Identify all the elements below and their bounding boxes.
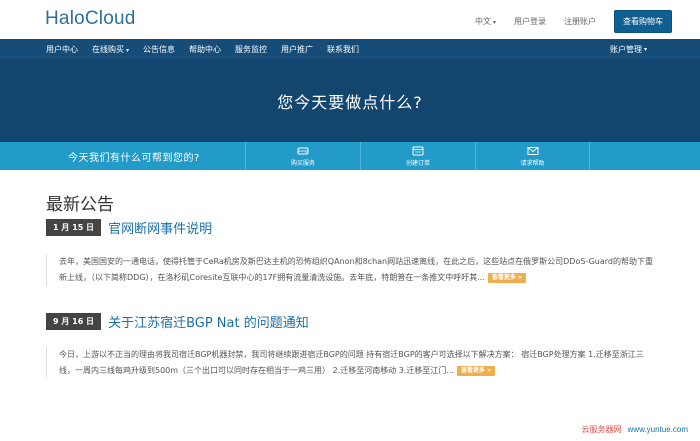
help-bar: 今天我们有什么可帮到您的? 购买服务 创建订单 请求帮助 (0, 142, 700, 170)
chevron-down-icon: ▾ (492, 19, 496, 26)
top-links: 中文 ▾ 用户登录 注册账户 查看购物车 (475, 10, 672, 33)
account-menu[interactable]: 账户管理 ▾ (610, 39, 647, 59)
chevron-down-icon: ▾ (643, 45, 647, 53)
order-icon (412, 146, 424, 155)
nav-item-contact[interactable]: 联系我们 (327, 44, 359, 55)
watermark: 云服务器网 www.yuntue.com (582, 424, 688, 435)
site-logo[interactable]: HaloCloud (45, 8, 136, 30)
announcement-text: 今日，上游以不正当的理由将我司宿迁BGP机器封禁，我司将继续跟进宿迁BGP的问题… (59, 350, 644, 375)
announcement-header: 9 月 16 日 关于江苏宿迁BGP Nat 的问题通知 (46, 312, 309, 331)
buy-service-label: 购买服务 (290, 159, 315, 167)
main-navbar: 用户中心 在线购买 ▾ 公告信息 帮助中心 服务监控 用户推广 联系我们 账户管理… (0, 39, 700, 59)
nav-item-label: 在线购买 (92, 44, 124, 54)
nav-item-service-monitor[interactable]: 服务监控 (235, 44, 267, 55)
hero-banner: 您今天要做点什么? (0, 59, 700, 142)
create-order-label: 创建订单 (405, 159, 430, 167)
top-header: HaloCloud 中文 ▾ 用户登录 注册账户 查看购物车 (0, 0, 700, 39)
nav-items: 用户中心 在线购买 ▾ 公告信息 帮助中心 服务监控 用户推广 联系我们 (46, 39, 373, 59)
nav-item-announcements[interactable]: 公告信息 (143, 44, 175, 55)
nav-item-affiliate[interactable]: 用户推广 (281, 44, 313, 55)
announcement-excerpt: 去年，美国国安的一通电话，使得托管于CeRa机房及斯巴达主机的恐怖组织QAnon… (46, 254, 654, 286)
server-icon (297, 147, 309, 154)
date-badge: 9 月 16 日 (46, 313, 102, 330)
buy-service-tile[interactable]: 购买服务 (245, 142, 360, 170)
read-more-button[interactable]: 查看更多 » (457, 365, 496, 376)
language-selector[interactable]: 中文 ▾ (475, 16, 496, 27)
register-link[interactable]: 注册账户 (564, 16, 596, 27)
nav-item-help-center[interactable]: 帮助中心 (189, 44, 221, 55)
nav-item-user-center[interactable]: 用户中心 (46, 44, 78, 55)
announcements-title: 最新公告 (46, 195, 114, 215)
request-help-label: 请求帮助 (520, 159, 545, 167)
help-prompt: 今天我们有什么可帮到您的? (68, 153, 200, 164)
read-more-button[interactable]: 查看更多 » (487, 272, 526, 283)
envelope-icon (527, 146, 538, 155)
view-cart-button[interactable]: 查看购物车 (614, 10, 672, 33)
announcement-text: 去年，美国国安的一通电话，使得托管于CeRa机房及斯巴达主机的恐怖组织QAnon… (59, 257, 653, 282)
language-label: 中文 (474, 17, 491, 26)
watermark-url: www.yuntue.com (627, 425, 688, 434)
date-badge: 1 月 15 日 (46, 219, 102, 236)
request-help-tile[interactable]: 请求帮助 (475, 142, 590, 170)
nav-item-online-purchase[interactable]: 在线购买 ▾ (92, 44, 129, 55)
announcement-header: 1 月 15 日 官网断网事件说明 (46, 218, 212, 237)
announcement-title-link[interactable]: 官网断网事件说明 (108, 218, 212, 237)
login-link[interactable]: 用户登录 (514, 16, 546, 27)
hero-title: 您今天要做点什么? (277, 92, 423, 112)
chevron-down-icon: ▾ (126, 46, 130, 54)
announcement-title-link[interactable]: 关于江苏宿迁BGP Nat 的问题通知 (108, 312, 309, 331)
announcement-excerpt: 今日，上游以不正当的理由将我司宿迁BGP机器封禁，我司将继续跟进宿迁BGP的问题… (46, 347, 654, 379)
account-menu-label: 账户管理 (609, 44, 642, 54)
watermark-cn: 云服务器网 (581, 425, 622, 434)
create-order-tile[interactable]: 创建订单 (360, 142, 475, 170)
